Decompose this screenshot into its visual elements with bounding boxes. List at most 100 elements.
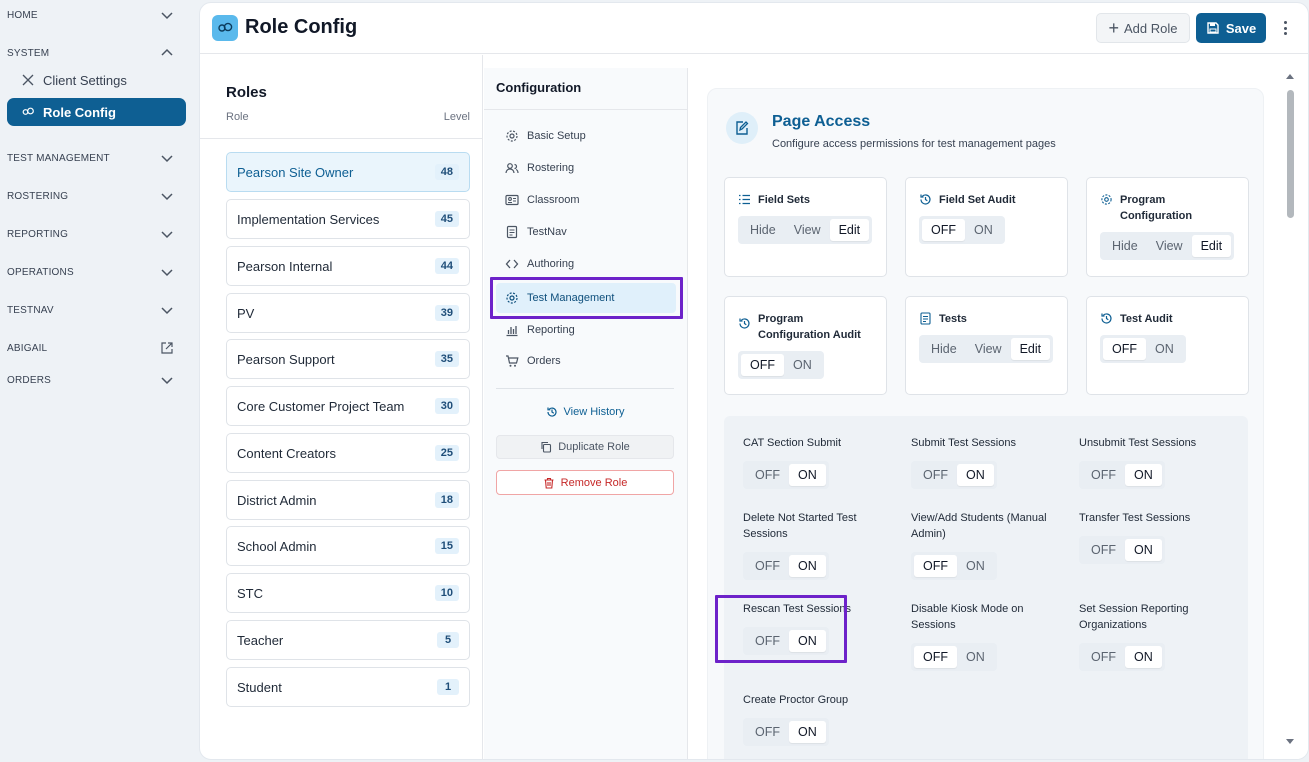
role-item[interactable]: District Admin 18 <box>226 480 470 520</box>
role-item[interactable]: Pearson Internal 44 <box>226 246 470 286</box>
option-off[interactable]: OFF <box>1103 338 1146 360</box>
option-hide[interactable]: Hide <box>922 338 966 360</box>
toggle-segmented-control[interactable]: OFF ON <box>1079 643 1165 671</box>
toggle-segmented-control[interactable]: OFF ON <box>1079 461 1165 489</box>
option-on[interactable]: ON <box>957 555 994 577</box>
option-off[interactable]: OFF <box>746 464 789 486</box>
nav-abigail[interactable]: ABIGAIL <box>0 336 190 360</box>
option-off[interactable]: OFF <box>746 555 789 577</box>
toggle-segmented-control[interactable]: OFF ON <box>911 643 997 671</box>
option-off[interactable]: OFF <box>922 219 965 241</box>
option-on[interactable]: ON <box>789 464 826 486</box>
history-icon <box>920 194 931 205</box>
page-access-title: Page Access <box>772 113 871 130</box>
option-on[interactable]: ON <box>1125 646 1162 668</box>
role-name: STC <box>237 585 263 601</box>
option-hide[interactable]: Hide <box>741 219 785 241</box>
view-history-link[interactable]: View History <box>496 402 674 422</box>
access-segmented-control[interactable]: Hide View Edit <box>919 335 1054 363</box>
option-off[interactable]: OFF <box>1082 646 1125 668</box>
nav-testnav[interactable]: TESTNAV <box>0 298 190 322</box>
option-on[interactable]: ON <box>965 219 1002 241</box>
nav-home-label: HOME <box>7 9 38 21</box>
option-off[interactable]: OFF <box>914 555 957 577</box>
role-item[interactable]: Implementation Services 45 <box>226 199 470 239</box>
toggle-segmented-control[interactable]: OFF ON <box>738 351 824 379</box>
option-on[interactable]: ON <box>957 646 994 668</box>
scrollbar-thumb[interactable] <box>1287 90 1294 218</box>
toggle-segmented-control[interactable]: OFF ON <box>743 461 829 489</box>
scroll-up-icon[interactable] <box>1285 72 1295 82</box>
nav-rostering[interactable]: ROSTERING <box>0 184 190 208</box>
option-on[interactable]: ON <box>1146 338 1183 360</box>
role-item[interactable]: Pearson Support 35 <box>226 339 470 379</box>
config-item-testnav[interactable]: TestNav <box>496 217 676 247</box>
option-off[interactable]: OFF <box>741 354 784 376</box>
nav-home[interactable]: HOME <box>0 3 190 27</box>
role-item[interactable]: STC 10 <box>226 573 470 613</box>
option-off[interactable]: OFF <box>746 721 789 743</box>
nav-role-config[interactable]: Role Config <box>7 98 186 126</box>
more-options-icon[interactable] <box>1278 19 1292 37</box>
option-hide[interactable]: Hide <box>1103 235 1147 257</box>
scroll-down-icon[interactable] <box>1285 736 1295 746</box>
config-item-orders[interactable]: Orders <box>496 346 676 376</box>
nav-reporting[interactable]: REPORTING <box>0 222 190 246</box>
nav-test-management-label: TEST MANAGEMENT <box>7 152 110 164</box>
option-off[interactable]: OFF <box>914 464 957 486</box>
option-off[interactable]: OFF <box>1082 539 1125 561</box>
option-view[interactable]: View <box>785 219 830 241</box>
toggle-segmented-control[interactable]: OFF ON <box>1079 536 1165 564</box>
config-item-basic-setup[interactable]: Basic Setup <box>496 121 676 151</box>
option-off[interactable]: OFF <box>914 646 957 668</box>
option-view[interactable]: View <box>1147 235 1192 257</box>
history-icon <box>1101 313 1112 324</box>
option-edit[interactable]: Edit <box>1191 235 1232 257</box>
remove-role-button[interactable]: Remove Role <box>496 470 674 495</box>
document-icon <box>920 312 931 325</box>
option-edit[interactable]: Edit <box>1010 338 1051 360</box>
option-on[interactable]: ON <box>784 354 821 376</box>
perm-card-title: Program Configuration <box>1120 194 1193 222</box>
role-item[interactable]: Core Customer Project Team 30 <box>226 386 470 426</box>
access-segmented-control[interactable]: Hide View Edit <box>738 216 873 244</box>
option-view[interactable]: View <box>966 338 1011 360</box>
nav-system[interactable]: SYSTEM <box>0 41 190 65</box>
perm-card-header: Program Configuration <box>1100 192 1240 224</box>
save-button[interactable]: Save <box>1196 13 1266 43</box>
role-item[interactable]: PV 39 <box>226 293 470 333</box>
duplicate-role-button[interactable]: Duplicate Role <box>496 435 674 459</box>
toggle-segmented-control[interactable]: OFF ON <box>743 718 829 746</box>
scrollbar[interactable] <box>1284 72 1296 752</box>
toggle-segmented-control[interactable]: OFF ON <box>911 461 997 489</box>
option-on[interactable]: ON <box>1125 539 1162 561</box>
option-edit[interactable]: Edit <box>829 219 870 241</box>
role-item[interactable]: Content Creators 25 <box>226 433 470 473</box>
option-on[interactable]: ON <box>789 721 826 743</box>
option-on[interactable]: ON <box>1125 464 1162 486</box>
nav-client-settings[interactable]: Client Settings <box>7 66 186 94</box>
add-role-button[interactable]: + Add Role <box>1096 13 1190 43</box>
nav-test-management[interactable]: TEST MANAGEMENT <box>0 146 190 170</box>
toggle-segmented-control[interactable]: OFF ON <box>743 552 829 580</box>
toggle-segmented-control[interactable]: OFF ON <box>919 216 1005 244</box>
config-item-rostering[interactable]: Rostering <box>496 153 676 183</box>
option-off[interactable]: OFF <box>1082 464 1125 486</box>
role-item[interactable]: Student 1 <box>226 667 470 707</box>
toggle-label: CAT Section Submit <box>743 437 842 449</box>
nav-orders[interactable]: ORDERS <box>0 368 190 392</box>
config-item-authoring[interactable]: Authoring <box>496 249 676 279</box>
config-item-label: Basic Setup <box>527 130 586 142</box>
option-on[interactable]: ON <box>957 464 994 486</box>
role-item[interactable]: Teacher 5 <box>226 620 470 660</box>
toggle-create-proctor-group: Create Proctor Group OFF ON <box>743 692 903 746</box>
config-item-reporting[interactable]: Reporting <box>496 315 676 345</box>
access-segmented-control[interactable]: Hide View Edit <box>1100 232 1235 260</box>
toggle-segmented-control[interactable]: OFF ON <box>911 552 997 580</box>
role-item[interactable]: School Admin 15 <box>226 526 470 566</box>
option-on[interactable]: ON <box>789 555 826 577</box>
config-item-classroom[interactable]: Classroom <box>496 185 676 215</box>
role-item[interactable]: Pearson Site Owner 48 <box>226 152 470 192</box>
toggle-segmented-control[interactable]: OFF ON <box>1100 335 1186 363</box>
nav-operations[interactable]: OPERATIONS <box>0 260 190 284</box>
